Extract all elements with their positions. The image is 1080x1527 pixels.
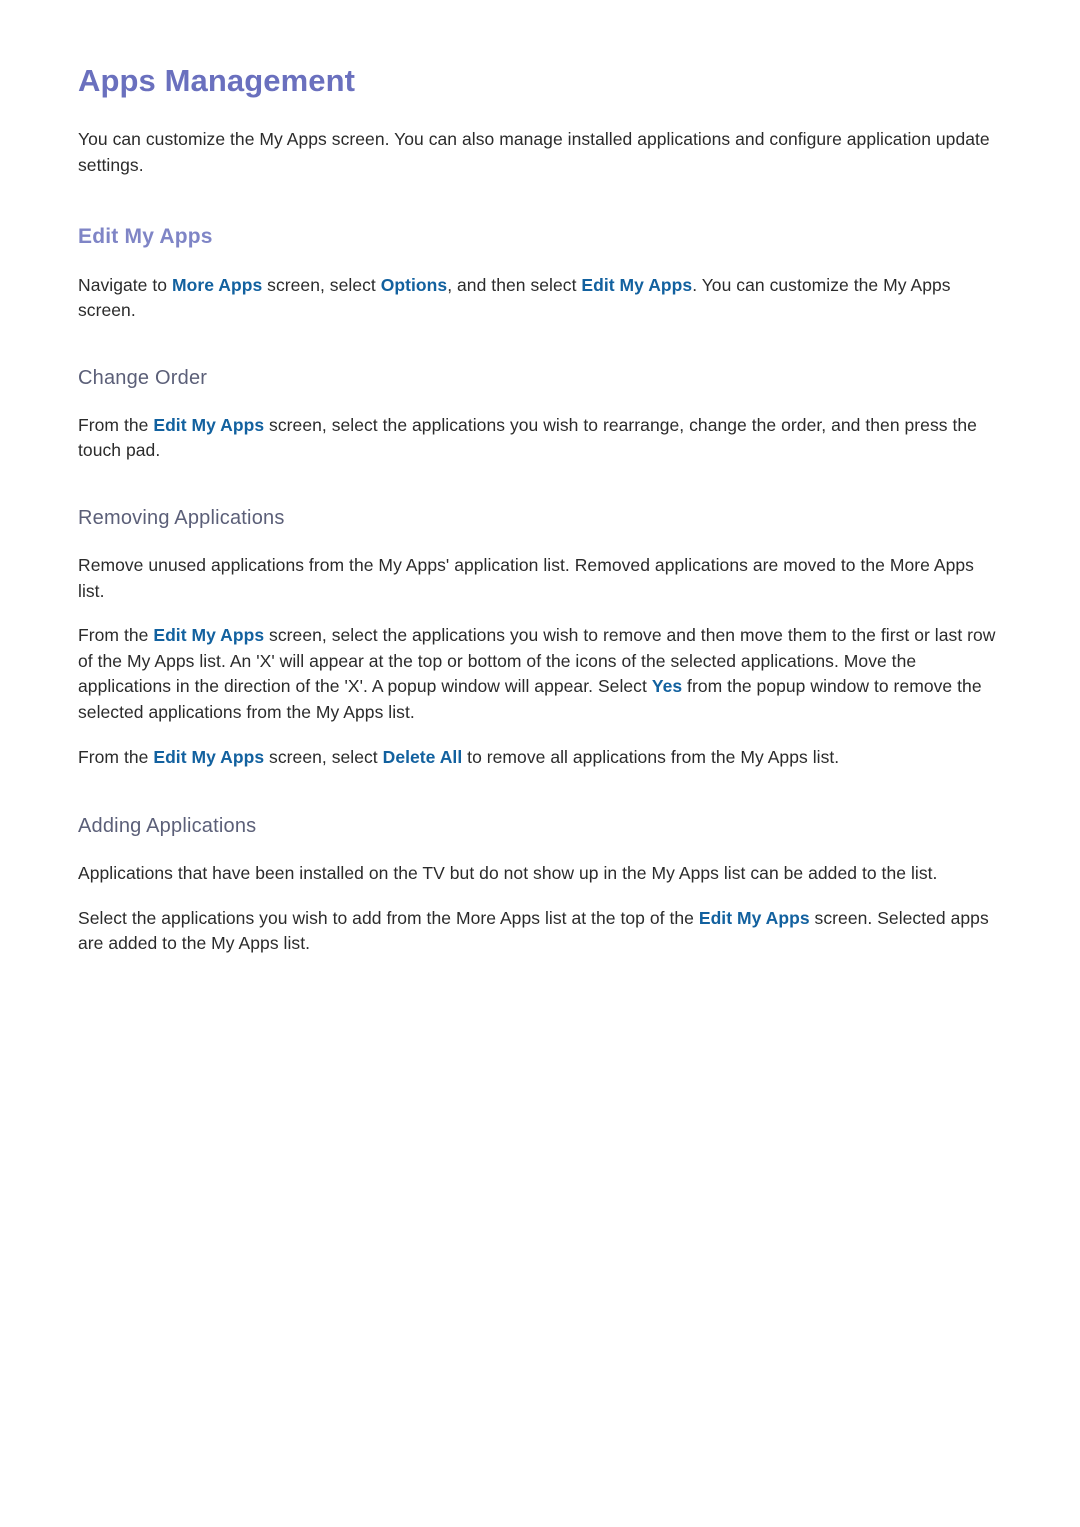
page-title: Apps Management	[78, 63, 356, 98]
keyword-term: Edit My Apps	[581, 274, 693, 295]
subsection-paragraph: Applications that have been installed on…	[78, 863, 938, 884]
keyword-term: Delete All	[382, 746, 463, 767]
keyword-term: Edit My Apps	[153, 414, 265, 435]
subsection-paragraph: Select the applications you wish to add …	[78, 907, 989, 954]
subsection-paragraph: Remove unused applications from the My A…	[78, 555, 974, 601]
intro-paragraph: You can customize the My Apps screen. Yo…	[78, 129, 990, 175]
subsection-heading-adding-applications: Adding Applications	[78, 815, 257, 838]
subsection-paragraph: From the Edit My Apps screen, select the…	[78, 414, 977, 461]
keyword-term: Edit My Apps	[698, 907, 810, 928]
keyword-term: Edit My Apps	[153, 746, 265, 767]
keyword-term: Options	[380, 274, 448, 295]
subsection-heading-change-order: Change Order	[78, 366, 208, 389]
subsection-paragraph: From the Edit My Apps screen, select Del…	[78, 746, 840, 767]
document-page: Apps Management You can customize the My…	[0, 0, 1080, 1527]
keyword-term: More Apps	[172, 274, 263, 295]
subsection-paragraph: From the Edit My Apps screen, select the…	[78, 625, 996, 722]
document-content: Apps Management You can customize the My…	[78, 62, 1000, 957]
section-paragraph: Navigate to More Apps screen, select Opt…	[78, 274, 951, 321]
keyword-term: Yes	[651, 676, 683, 697]
section-heading-edit-my-apps: Edit My Apps	[78, 225, 213, 249]
subsection-heading-removing-applications: Removing Applications	[78, 507, 285, 529]
keyword-term: Edit My Apps	[153, 625, 265, 646]
